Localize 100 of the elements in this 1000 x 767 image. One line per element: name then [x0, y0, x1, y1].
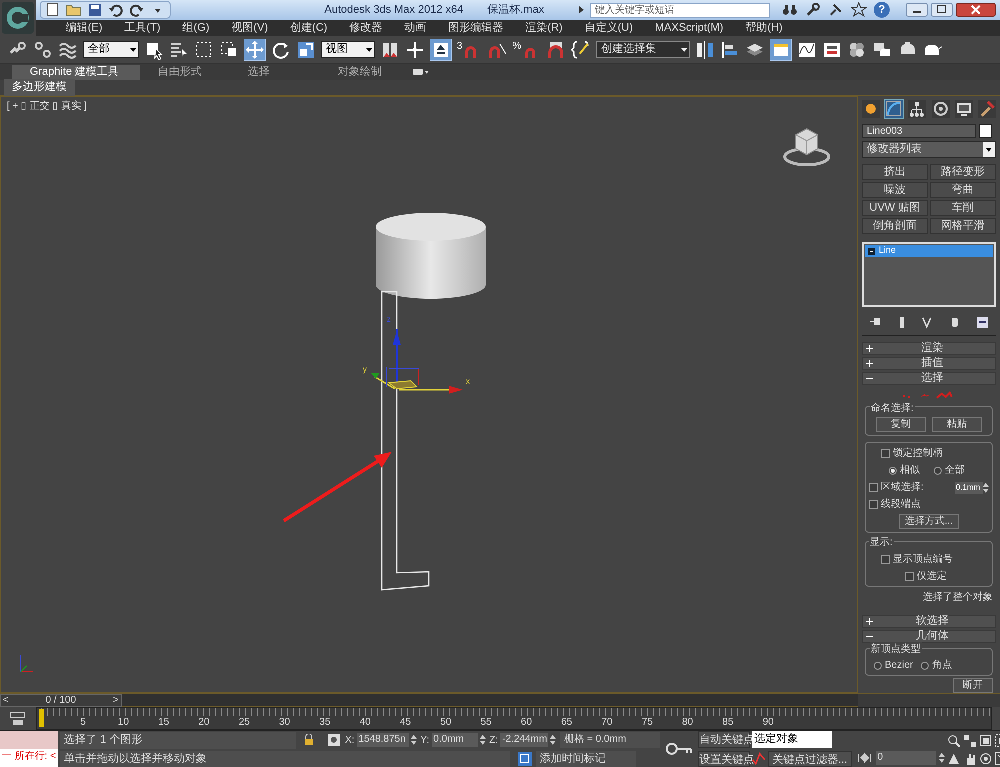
modifier-button[interactable]: 挤出 — [862, 164, 928, 180]
move-tool-button[interactable] — [244, 38, 266, 60]
hammer-icon[interactable] — [978, 100, 996, 118]
spinner-arrows-icon[interactable] — [550, 734, 556, 746]
curve-icon[interactable] — [885, 100, 904, 118]
menu-item[interactable]: 图形编辑器 — [448, 20, 504, 36]
select-manipulate-icon[interactable] — [405, 40, 425, 60]
minimize-button[interactable] — [906, 3, 928, 17]
time-slider[interactable]: < 0 / 100 > — [0, 694, 858, 707]
collapse-icon[interactable] — [866, 633, 873, 640]
collapse-icon[interactable] — [868, 248, 875, 254]
checkbox[interactable] — [869, 500, 878, 509]
named-selection-dropdown[interactable]: 创建选择集 — [596, 41, 690, 58]
time-tag-icon[interactable] — [518, 752, 532, 766]
menu-item[interactable]: 动画 — [404, 20, 427, 36]
zoom-all-icon[interactable] — [962, 734, 977, 748]
menu-item[interactable]: 组(G) — [182, 20, 210, 36]
menu-item[interactable]: 工具(T) — [124, 20, 161, 36]
star-icon[interactable] — [851, 2, 867, 18]
close-button[interactable] — [956, 3, 996, 17]
scale-icon[interactable] — [296, 40, 316, 60]
modifier-button[interactable]: 弯曲 — [930, 182, 996, 198]
rollout-header[interactable]: 软选择 — [862, 615, 996, 628]
mirror-icon[interactable] — [695, 40, 716, 60]
ribbon-tab[interactable]: Graphite 建模工具 — [12, 65, 140, 80]
object-color-swatch[interactable] — [979, 124, 992, 138]
display-icon[interactable] — [954, 100, 973, 118]
menu-item[interactable]: 自定义(U) — [584, 20, 634, 36]
new-file-icon[interactable] — [45, 2, 61, 18]
track-bar[interactable]: 5 10 15 20 25 30 35 40 45 50 55 60 65 70 75 80 85 90 — [36, 707, 992, 730]
menu-item[interactable]: 编辑(E) — [66, 20, 103, 36]
button[interactable]: 复制 — [876, 417, 926, 432]
motion-icon[interactable] — [932, 100, 950, 118]
save-icon[interactable] — [87, 2, 103, 18]
menu-item[interactable]: 帮助(H) — [746, 20, 783, 36]
ribbon-tab[interactable]: 对象绘制 — [320, 65, 410, 80]
coordinate-field[interactable]: 0.0mm — [432, 733, 478, 747]
time-marker[interactable] — [39, 709, 44, 727]
rollout-header[interactable]: 插值 — [862, 357, 996, 370]
reference-coordinate-dropdown[interactable]: 视图 — [321, 41, 375, 58]
spinner-arrows-icon[interactable] — [938, 752, 945, 764]
expand-icon[interactable] — [866, 360, 873, 367]
sun-icon[interactable] — [862, 100, 880, 118]
menu-item[interactable]: 创建(C) — [290, 20, 328, 36]
percent-snap-label[interactable]: % — [512, 39, 522, 54]
checkbox[interactable] — [881, 555, 890, 564]
hierarchy-icon[interactable] — [908, 100, 926, 118]
keyboard-shortcut-toggle-button[interactable] — [430, 38, 452, 60]
menu-item[interactable]: 修改器 — [350, 20, 383, 36]
wrench-icon[interactable] — [805, 2, 821, 18]
viewport[interactable]: [ + ▯ 正交 ▯ 真实 ] x y z — [0, 96, 858, 693]
maxscript-listener-input[interactable] — [0, 731, 58, 749]
next-frame-button[interactable]: > — [111, 693, 121, 708]
orbit-icon[interactable] — [978, 752, 993, 766]
undo-icon[interactable] — [108, 2, 124, 18]
stack-item[interactable]: Line — [865, 245, 993, 257]
coordinate-field[interactable]: -2.244mm — [500, 733, 548, 747]
rollout-header[interactable]: 选择 — [862, 372, 996, 385]
spinner-arrows-icon[interactable] — [480, 734, 486, 746]
rollout-header[interactable]: 几何体 — [862, 630, 996, 643]
configure-sets-icon[interactable] — [975, 314, 990, 330]
snap-mode-label[interactable]: 3 — [457, 39, 463, 54]
rollout-header[interactable]: 渲染 — [862, 342, 996, 355]
absolute-mode-icon[interactable] — [327, 733, 342, 747]
collapse-icon[interactable] — [866, 375, 873, 382]
edit-named-selection-icon[interactable] — [571, 40, 592, 60]
search-field[interactable]: 键入关键字或短语 — [590, 2, 770, 18]
checkbox[interactable] — [881, 449, 890, 458]
ribbon-panel-tab[interactable]: 多边形建模 — [4, 79, 75, 96]
restore-button[interactable] — [931, 3, 953, 17]
maxscript-listener-output[interactable]: 一 所在行: < — [0, 749, 58, 767]
key-filters-button[interactable]: 关键点过滤器... — [768, 750, 852, 766]
previous-frame-button[interactable]: < — [1, 693, 11, 708]
modifier-list-dropdown[interactable]: 修改器列表 — [862, 141, 996, 158]
menu-item[interactable]: MAXScript(M) — [655, 20, 724, 36]
lock-icon[interactable] — [303, 734, 316, 746]
radio-button[interactable] — [889, 466, 897, 474]
time-config-icon[interactable] — [856, 752, 873, 764]
radio-button[interactable] — [874, 662, 882, 670]
modifier-button[interactable]: 车削 — [930, 200, 996, 216]
field-of-view-icon[interactable] — [946, 752, 961, 766]
expand-icon[interactable] — [866, 345, 873, 352]
spinner-snap-icon[interactable] — [546, 40, 566, 60]
radio-button[interactable] — [934, 466, 942, 474]
modifier-button[interactable]: UVW 贴图 — [862, 200, 928, 216]
viewcube-drawing[interactable] — [784, 128, 830, 166]
modifier-button[interactable]: 路径变形 — [930, 164, 996, 180]
ribbon-tab[interactable]: 自由形式 — [140, 65, 230, 80]
application-menu-button[interactable] — [1, 1, 35, 35]
key-mode-dropdown[interactable]: 选定对象 — [752, 731, 832, 748]
menu-item[interactable]: 视图(V) — [232, 20, 268, 36]
object-name-field[interactable]: Line003 — [862, 124, 976, 138]
menu-item[interactable]: 渲染(R) — [526, 20, 563, 36]
spinner-arrows-icon[interactable] — [983, 482, 989, 494]
ribbon-tab[interactable]: 选择 — [230, 65, 320, 80]
time-slider-thumb[interactable]: < 0 / 100 > — [0, 694, 122, 707]
zoom-extents-icon[interactable] — [978, 734, 993, 748]
redo-icon[interactable] — [129, 2, 145, 18]
modifier-button[interactable]: 噪波 — [862, 182, 928, 198]
spinner-arrows-icon[interactable] — [410, 734, 417, 746]
